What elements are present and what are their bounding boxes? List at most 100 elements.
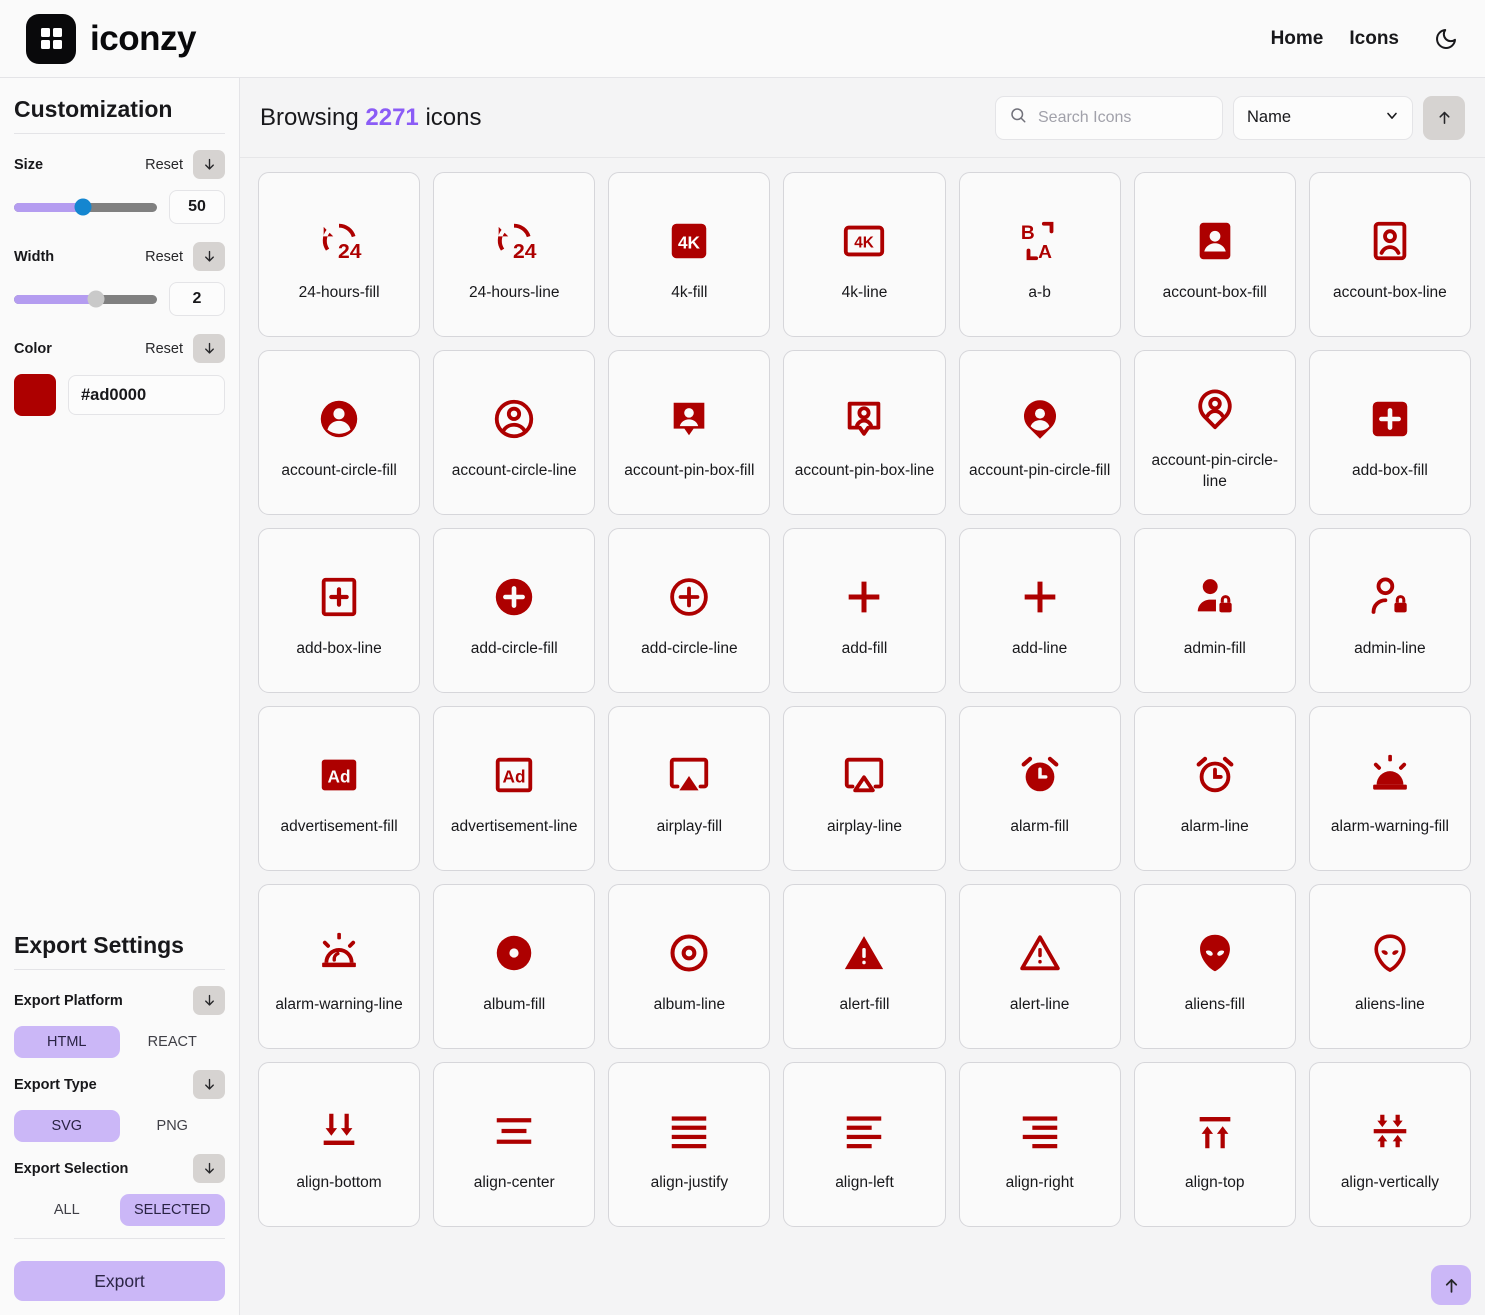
icon-card[interactable]: alarm-fill — [958, 706, 1121, 871]
icon-card[interactable]: account-circle-fill — [258, 350, 421, 515]
icon-card[interactable]: add-box-line — [258, 528, 421, 693]
icon-card-label: account-box-fill — [1162, 284, 1267, 302]
airplay-fill-icon — [666, 739, 712, 811]
icon-card[interactable]: airplay-fill — [608, 706, 771, 871]
icon-grid-scroll[interactable]: 24 24-hours-fill 24 24-hours-line 4K 4k-fill 4… — [240, 158, 1485, 1315]
customization-title: Customization — [14, 96, 173, 122]
nav-home[interactable]: Home — [1271, 28, 1324, 50]
icon-card-label: account-pin-box-line — [794, 462, 935, 480]
icon-card[interactable]: 4K 4k-line — [783, 172, 946, 337]
icon-card[interactable]: account-circle-line — [433, 350, 596, 515]
size-value[interactable]: 50 — [169, 190, 225, 224]
icon-card[interactable]: aliens-line — [1308, 884, 1471, 1049]
icon-card[interactable]: airplay-line — [783, 706, 946, 871]
search-input[interactable] — [1036, 107, 1209, 128]
size-reset-button[interactable]: Reset — [145, 157, 183, 173]
icon-card[interactable]: account-pin-circle-line — [1133, 350, 1296, 515]
account-circle-fill-icon — [316, 383, 362, 455]
icon-card[interactable]: align-top — [1133, 1062, 1296, 1227]
color-row: #ad0000 — [14, 374, 225, 416]
brand-name: iconzy — [90, 18, 196, 58]
icon-card[interactable]: align-justify — [608, 1062, 771, 1227]
export-button[interactable]: Export — [14, 1261, 225, 1301]
sort-select[interactable]: Name — [1233, 95, 1413, 140]
export-platform-collapse-button[interactable] — [193, 986, 225, 1015]
sidebar-divider-top — [14, 133, 225, 134]
width-slider[interactable] — [14, 290, 157, 308]
scroll-to-top-button[interactable] — [1431, 1265, 1471, 1305]
icon-card-label: 4k-fill — [671, 284, 708, 302]
account-pin-box-fill-icon — [666, 383, 712, 455]
icon-card[interactable]: B Aa-b — [958, 172, 1121, 337]
color-hex-input[interactable]: #ad0000 — [68, 375, 225, 415]
export-selection-option-all[interactable]: ALL — [14, 1194, 120, 1226]
export-type-option-svg[interactable]: SVG — [14, 1110, 120, 1142]
icon-card[interactable]: 4K 4k-fill — [608, 172, 771, 337]
export-platform-header: Export Platform — [14, 986, 225, 1015]
icon-card[interactable]: align-right — [958, 1062, 1121, 1227]
icon-card[interactable]: 24 24-hours-fill — [258, 172, 421, 337]
icon-card[interactable]: align-bottom — [258, 1062, 421, 1227]
icon-card[interactable]: album-fill — [433, 884, 596, 1049]
icon-card[interactable]: account-pin-box-line — [783, 350, 946, 515]
export-selection-option-selected[interactable]: SELECTED — [119, 1194, 225, 1226]
icon-card[interactable]: account-box-line — [1308, 172, 1471, 337]
icon-card-label: 24-hours-line — [468, 284, 560, 302]
icon-card[interactable]: alarm-warning-line — [258, 884, 421, 1049]
icon-card[interactable]: account-pin-box-fill — [608, 350, 771, 515]
svg-text:4K: 4K — [855, 235, 875, 252]
icon-card-label: alarm-fill — [1010, 818, 1069, 836]
icon-card[interactable]: add-fill — [783, 528, 946, 693]
a-b-icon: BA — [1017, 205, 1063, 277]
icon-card[interactable]: align-vertically — [1308, 1062, 1471, 1227]
width-control-header: Width Reset — [14, 242, 225, 271]
width-value[interactable]: 2 — [169, 282, 225, 316]
export-settings-title: Export Settings — [14, 932, 184, 958]
brand[interactable]: iconzy — [26, 13, 196, 64]
export-selection-collapse-button[interactable] — [193, 1154, 225, 1183]
icon-card[interactable]: align-left — [783, 1062, 946, 1227]
icon-card-label: add-circle-line — [641, 640, 738, 658]
24-hours-line-icon: 24 — [491, 205, 537, 277]
icon-card[interactable]: aliens-fill — [1133, 884, 1296, 1049]
color-reset-button[interactable]: Reset — [145, 341, 183, 357]
color-collapse-button[interactable] — [193, 334, 225, 363]
width-reset-button[interactable]: Reset — [145, 249, 183, 265]
nav-icons[interactable]: Icons — [1349, 28, 1399, 50]
width-collapse-button[interactable] — [193, 242, 225, 271]
size-slider[interactable] — [14, 198, 157, 216]
icon-card[interactable]: admin-line — [1308, 528, 1471, 693]
icon-card[interactable]: add-box-fill — [1308, 350, 1471, 515]
color-control-header: Color Reset — [14, 334, 225, 363]
sort-direction-button[interactable] — [1423, 95, 1465, 140]
icon-card[interactable]: alarm-warning-fill — [1308, 706, 1471, 871]
size-collapse-button[interactable] — [193, 150, 225, 179]
icon-card[interactable]: alarm-line — [1133, 706, 1296, 871]
moon-icon[interactable] — [1431, 24, 1461, 54]
icon-card[interactable]: alert-fill — [783, 884, 946, 1049]
icon-card[interactable]: add-circle-line — [608, 528, 771, 693]
icon-card[interactable]: 24 24-hours-line — [433, 172, 596, 337]
4k-fill-icon: 4K — [666, 205, 712, 277]
icon-card[interactable]: add-line — [958, 528, 1121, 693]
toolbar-controls: Name — [995, 95, 1465, 140]
icon-card[interactable]: alert-line — [958, 884, 1121, 1049]
width-label: Width — [14, 248, 55, 265]
icon-card[interactable]: Ad advertisement-line — [433, 706, 596, 871]
icon-card[interactable]: album-line — [608, 884, 771, 1049]
size-label: Size — [14, 156, 44, 173]
icon-card[interactable]: align-center — [433, 1062, 596, 1227]
color-swatch[interactable] — [14, 374, 56, 416]
export-platform-option-html[interactable]: HTML — [14, 1026, 120, 1058]
export-platform-option-react[interactable]: REACT — [120, 1026, 226, 1058]
export-type-option-png[interactable]: PNG — [120, 1110, 226, 1142]
icon-card[interactable]: account-box-fill — [1133, 172, 1296, 337]
icon-card[interactable]: Ad advertisement-fill — [258, 706, 421, 871]
icon-card[interactable]: admin-fill — [1133, 528, 1296, 693]
icon-card[interactable]: account-pin-circle-fill — [958, 350, 1121, 515]
export-type-collapse-button[interactable] — [193, 1070, 225, 1099]
icon-card-label: advertisement-fill — [280, 818, 398, 836]
icon-card-label: alarm-line — [1180, 818, 1249, 836]
icon-card[interactable]: add-circle-fill — [433, 528, 596, 693]
search-box[interactable] — [995, 95, 1223, 140]
